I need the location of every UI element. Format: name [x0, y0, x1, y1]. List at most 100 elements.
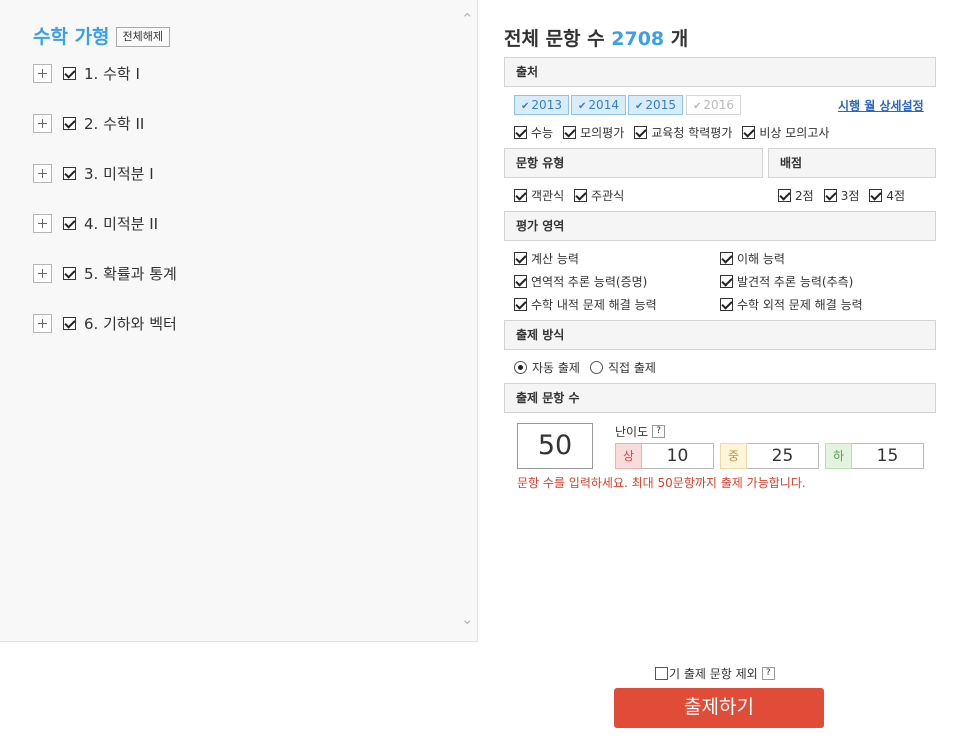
year-label: 2015: [645, 98, 676, 112]
exclude-previous-checkbox[interactable]: [655, 667, 668, 680]
expand-icon[interactable]: [33, 263, 52, 283]
difficulty-high: 상 10: [615, 443, 714, 469]
method-row: 자동 출제 직접 출제: [514, 359, 666, 376]
unit-label: 3. 미적분 I: [84, 164, 154, 183]
year-toggle-2014[interactable]: ✔ 2014: [571, 95, 626, 115]
unit-checkbox[interactable]: [63, 266, 76, 280]
method-radio-auto[interactable]: [514, 361, 527, 374]
question-type-checkbox-objective[interactable]: [514, 189, 527, 202]
method-label: 직접 출제: [607, 361, 656, 375]
source-type-checkbox-suneung[interactable]: [514, 126, 527, 139]
unselect-all-button[interactable]: 전체해제: [115, 27, 171, 47]
source-type-checkbox-mock[interactable]: [563, 126, 577, 139]
eval-checkbox[interactable]: [720, 252, 733, 265]
difficulty-low: 하 15: [825, 443, 924, 469]
year-toggle-2016[interactable]: ✔ 2016: [686, 95, 741, 115]
expand-icon[interactable]: [33, 313, 52, 333]
unit-tree: 1. 수학 I 2. 수학 II 3. 미적분 I 4. 미적분 II 5. 확…: [33, 62, 177, 362]
source-type-label: 모의평가: [580, 126, 625, 140]
unit-checkbox[interactable]: [63, 216, 76, 230]
unit-item: 5. 확률과 통계: [33, 262, 177, 284]
total-question-count: 전체 문항 수 2708 개: [504, 24, 688, 51]
unit-item: 3. 미적분 I: [33, 162, 177, 184]
question-type-label: 주관식: [591, 189, 625, 203]
difficulty-mid: 중 25: [720, 443, 819, 469]
difficulty-tag: 중: [720, 443, 747, 469]
unit-checkbox[interactable]: [63, 66, 76, 80]
difficulty-input[interactable]: 15: [852, 443, 924, 469]
eval-label: 계산 능력: [531, 252, 579, 266]
difficulty-tag: 하: [825, 443, 852, 469]
help-icon[interactable]: ?: [652, 425, 666, 438]
score-checkbox-3[interactable]: [823, 189, 837, 202]
eval-checkbox[interactable]: [514, 298, 527, 311]
unit-checkbox[interactable]: [63, 166, 76, 180]
check-icon: ✔: [635, 101, 644, 112]
question-type-label: 객관식: [531, 189, 565, 203]
section-question-type-header: 문항 유형: [504, 148, 763, 178]
source-type-row: 수능 모의평가 교육청 학력평가 비상 모의고사: [514, 124, 839, 141]
year-label: 2014: [588, 98, 619, 112]
unit-checkbox[interactable]: [63, 116, 76, 130]
eval-label: 발견적 추론 능력(추측): [737, 275, 854, 289]
eval-option: 발견적 추론 능력(추측): [720, 273, 863, 290]
year-label: 2016: [703, 98, 734, 112]
unit-label: 5. 확률과 통계: [84, 264, 177, 283]
total-count-input[interactable]: 50: [517, 423, 593, 469]
count-warning: 문항 수를 입력하세요. 최대 50문항까지 출제 가능합니다.: [517, 476, 806, 490]
help-icon[interactable]: ?: [761, 667, 775, 680]
scroll-down-icon[interactable]: ⌄: [461, 612, 474, 627]
score-checkbox-2[interactable]: [778, 189, 791, 202]
source-type-checkbox-visang[interactable]: [742, 126, 756, 139]
source-type-label: 수능: [531, 126, 554, 140]
eval-checkbox[interactable]: [514, 275, 527, 288]
eval-checkbox[interactable]: [514, 252, 527, 265]
eval-label: 수학 외적 문제 해결 능력: [737, 298, 863, 312]
expand-icon[interactable]: [33, 213, 52, 233]
year-toggle-2015[interactable]: ✔ 2015: [628, 95, 683, 115]
subject-title: 수학 가형: [33, 26, 110, 48]
expand-icon[interactable]: [33, 63, 52, 83]
method-radio-manual[interactable]: [589, 361, 603, 374]
source-type-label: 비상 모의고사: [759, 126, 830, 140]
method-label: 자동 출제: [532, 361, 580, 375]
unit-checkbox[interactable]: [63, 316, 76, 330]
score-checkbox-4[interactable]: [869, 189, 883, 202]
section-eval-area-header: 평가 영역: [504, 211, 936, 241]
unit-item: 2. 수학 II: [33, 112, 177, 134]
eval-label: 연역적 추론 능력(증명): [531, 275, 648, 289]
year-toggle-2013[interactable]: ✔ 2013: [514, 95, 569, 115]
exclude-previous-option: 기 출제 문항 제외 ?: [655, 665, 775, 682]
unit-label: 2. 수학 II: [84, 114, 145, 133]
section-method-header: 출제 방식: [504, 320, 936, 350]
eval-label: 이해 능력: [737, 252, 785, 266]
year-label: 2013: [531, 98, 562, 112]
score-label: 2점: [795, 189, 814, 203]
eval-checkbox[interactable]: [720, 275, 733, 288]
eval-option: 수학 내적 문제 해결 능력: [514, 296, 667, 313]
unit-item: 4. 미적분 II: [33, 212, 177, 234]
difficulty-input[interactable]: 25: [747, 443, 819, 469]
total-count-number: 2708: [611, 28, 665, 50]
eval-label: 수학 내적 문제 해결 능력: [531, 298, 657, 312]
submit-button[interactable]: 출제하기: [614, 688, 824, 728]
section-count-header: 출제 문항 수: [504, 383, 936, 413]
source-type-label: 교육청 학력평가: [651, 126, 733, 140]
eval-checkbox[interactable]: [720, 298, 733, 311]
scroll-up-icon[interactable]: ⌃: [461, 12, 474, 27]
question-type-checkbox-subjective[interactable]: [574, 189, 588, 202]
total-suffix: 개: [670, 28, 689, 50]
unit-label: 6. 기하와 벡터: [84, 314, 177, 333]
unit-label: 4. 미적분 II: [84, 214, 159, 233]
expand-icon[interactable]: [33, 113, 52, 133]
month-detail-link[interactable]: 시행 월 상세설정: [838, 97, 924, 114]
unit-label: 1. 수학 I: [84, 64, 140, 83]
difficulty-input[interactable]: 10: [642, 443, 714, 469]
expand-icon[interactable]: [33, 163, 52, 183]
check-icon: ✔: [693, 101, 702, 112]
question-type-row: 객관식 주관식: [514, 187, 634, 204]
difficulty-tag: 상: [615, 443, 642, 469]
eval-option: 계산 능력: [514, 250, 589, 267]
total-prefix: 전체 문항 수: [504, 28, 605, 50]
source-type-checkbox-office[interactable]: [634, 126, 648, 139]
